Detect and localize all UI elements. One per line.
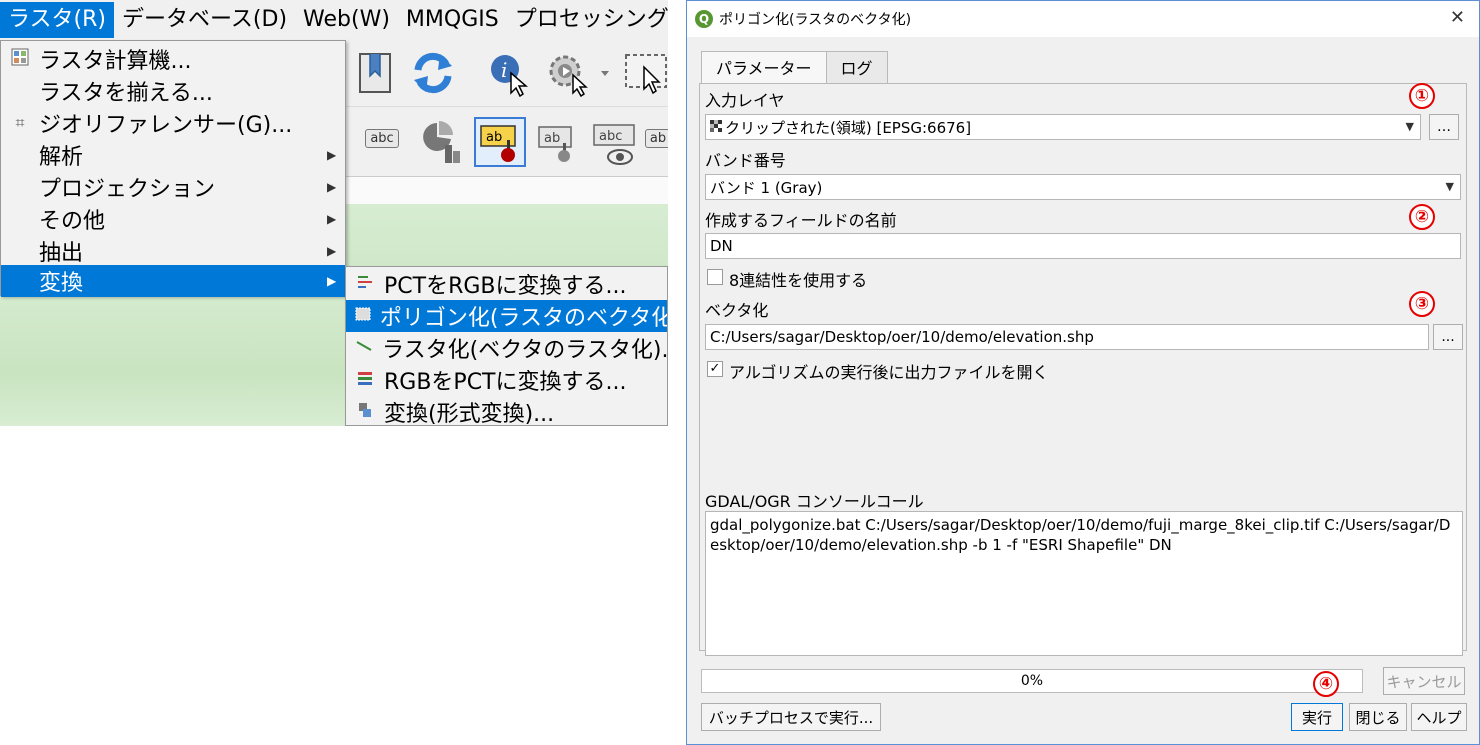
polygonize-dialog: Q ポリゴン化(ラスタのベクタ化) ✕ パラメーター ログ 入力レイヤ ① クリ… <box>686 0 1480 745</box>
label-highlight-icon[interactable]: ab <box>474 117 526 167</box>
close-icon[interactable]: ✕ <box>1450 7 1465 28</box>
raster-menu: ラスタ計算機... ラスタを揃える... ⌗ ジオリファレンサー(G)... 解… <box>0 40 346 297</box>
qgis-logo-icon: Q <box>695 10 713 28</box>
menu-item-raster-calculator[interactable]: ラスタ計算機... <box>1 43 345 75</box>
menu-item-miscellaneous[interactable]: その他 ▶ <box>1 203 345 235</box>
tab-log[interactable]: ログ <box>825 51 888 84</box>
translate-icon <box>346 402 384 422</box>
dialog-title: ポリゴン化(ラスタのベクタ化) <box>719 12 912 28</box>
label-abc-icon[interactable]: abc <box>360 125 404 151</box>
menu-processing[interactable]: プロセッシング(C) <box>507 2 668 38</box>
chevron-down-icon: ▼ <box>1405 120 1414 133</box>
action-gear-icon[interactable] <box>544 48 610 98</box>
marker-2: ② <box>1409 204 1435 230</box>
move-label-icon[interactable]: ab <box>644 125 668 151</box>
input-layer-label: 入力レイヤ <box>705 91 785 110</box>
map-canvas-left[interactable] <box>0 296 346 426</box>
grid-icon: ⌗ <box>15 113 25 132</box>
conversion-submenu: PCTをRGBに変換する... ポリゴン化(ラスタのベクタ化)... ラスタ化(… <box>345 266 668 426</box>
submenu-arrow-icon: ▶ <box>327 180 337 194</box>
diagram-icon[interactable] <box>418 119 466 165</box>
refresh-icon[interactable] <box>408 48 458 98</box>
svg-text:i: i <box>501 58 507 82</box>
input-layer-combo[interactable]: クリップされた(領域) [EPSG:6676] ▼ <box>705 114 1421 140</box>
layer-strip <box>346 176 668 204</box>
band-label: バンド番号 <box>705 151 786 170</box>
bookmark-icon[interactable] <box>354 48 398 98</box>
menu-mmqgis[interactable]: MMQGIS <box>398 2 507 38</box>
show-hide-label-icon[interactable]: abc <box>592 121 644 169</box>
submenu-arrow-icon: ▶ <box>327 244 337 258</box>
input-layer-value: クリップされた(領域) [EPSG:6676] <box>725 118 972 137</box>
field-name-input[interactable]: DN <box>705 233 1461 259</box>
close-button[interactable]: 閉じる <box>1349 703 1407 731</box>
progress-bar: 0% <box>701 669 1363 693</box>
submenu-item-pct-to-rgb[interactable]: PCTをRGBに変換する... <box>346 268 667 300</box>
toolbar-top: i <box>346 40 668 106</box>
field-name-label: 作成するフィールドの名前 <box>705 211 897 230</box>
open-output-checkbox[interactable]: ✓ <box>707 361 723 377</box>
rgb-pct-icon <box>346 370 384 390</box>
run-button[interactable]: 実行 <box>1291 703 1343 731</box>
svg-text:ab: ab <box>486 130 502 145</box>
vectorized-label: ベクタ化 <box>705 301 769 320</box>
svg-text:abc: abc <box>599 129 622 144</box>
console-label: GDAL/OGR コンソールコール <box>705 492 924 511</box>
pct-rgb-icon <box>346 274 384 294</box>
rasterize-icon <box>346 338 382 358</box>
menu-bar: ラスタ(R) データベース(D) Web(W) MMQGIS プロセッシング(C… <box>0 0 668 40</box>
menu-item-projections[interactable]: プロジェクション ▶ <box>1 171 345 203</box>
menu-web[interactable]: Web(W) <box>295 2 398 38</box>
qgis-main-window: ラスタ(R) データベース(D) Web(W) MMQGIS プロセッシング(C… <box>0 0 668 426</box>
menu-item-conversion[interactable]: 変換 ▶ <box>1 265 345 297</box>
menu-item-analysis[interactable]: 解析 ▶ <box>1 139 345 171</box>
label-toolbar: abc ab ab abc ab <box>346 106 668 176</box>
vectorized-output-input[interactable]: C:/Users/sagar/Desktop/oer/10/demo/eleva… <box>705 324 1429 350</box>
marker-4: ④ <box>1313 671 1339 697</box>
chevron-down-icon: ▼ <box>1445 180 1454 193</box>
submenu-item-translate[interactable]: 変換(形式変換)... <box>346 396 667 426</box>
submenu-item-polygonize[interactable]: ポリゴン化(ラスタのベクタ化)... <box>346 300 667 332</box>
submenu-arrow-icon: ▶ <box>327 148 337 162</box>
open-output-label: アルゴリズムの実行後に出力ファイルを開く <box>729 363 1049 382</box>
batch-process-button[interactable]: バッチプロセスで実行... <box>701 703 881 731</box>
submenu-arrow-icon: ▶ <box>327 212 337 226</box>
dialog-tabs: パラメーター ログ <box>701 51 888 85</box>
pin-label-icon[interactable]: ab <box>534 121 584 165</box>
dialog-titlebar: Q ポリゴン化(ラスタのベクタ化) ✕ <box>687 1 1479 37</box>
polygonize-icon <box>346 306 380 326</box>
menu-item-extraction[interactable]: 抽出 ▶ <box>1 235 345 267</box>
input-layer-browse-button[interactable]: … <box>1429 114 1459 140</box>
raster-layer-icon <box>710 118 722 136</box>
calculator-icon <box>1 48 39 70</box>
eight-connectedness-label: 8連結性を使用する <box>729 271 868 290</box>
vectorized-browse-button[interactable]: ... <box>1433 324 1463 350</box>
console-textarea[interactable]: gdal_polygonize.bat C:/Users/sagar/Deskt… <box>705 511 1463 656</box>
cancel-button[interactable]: キャンセル <box>1383 667 1465 695</box>
svg-text:ab: ab <box>544 131 560 146</box>
submenu-arrow-icon: ▶ <box>327 274 337 288</box>
submenu-item-rgb-to-pct[interactable]: RGBをPCTに変換する... <box>346 364 667 396</box>
menu-database[interactable]: データベース(D) <box>114 2 295 38</box>
eight-connectedness-checkbox[interactable] <box>707 269 723 285</box>
tab-parameters[interactable]: パラメーター <box>701 51 827 85</box>
menu-item-georeferencer[interactable]: ⌗ ジオリファレンサー(G)... <box>1 107 345 139</box>
band-value: バンド 1 (Gray) <box>710 178 823 197</box>
identify-icon[interactable]: i <box>484 48 534 98</box>
band-combo[interactable]: バンド 1 (Gray) ▼ <box>705 174 1461 200</box>
screenshot-root: ラスタ(R) データベース(D) Web(W) MMQGIS プロセッシング(C… <box>0 0 1480 745</box>
select-feature-icon[interactable] <box>622 48 668 98</box>
marker-3: ③ <box>1409 291 1435 317</box>
menu-item-align-rasters[interactable]: ラスタを揃える... <box>1 75 345 107</box>
menu-raster[interactable]: ラスタ(R) <box>0 2 115 38</box>
marker-1: ① <box>1409 83 1435 109</box>
submenu-item-rasterize[interactable]: ラスタ化(ベクタのラスタ化)... <box>346 332 667 364</box>
help-button[interactable]: ヘルプ <box>1411 703 1467 731</box>
